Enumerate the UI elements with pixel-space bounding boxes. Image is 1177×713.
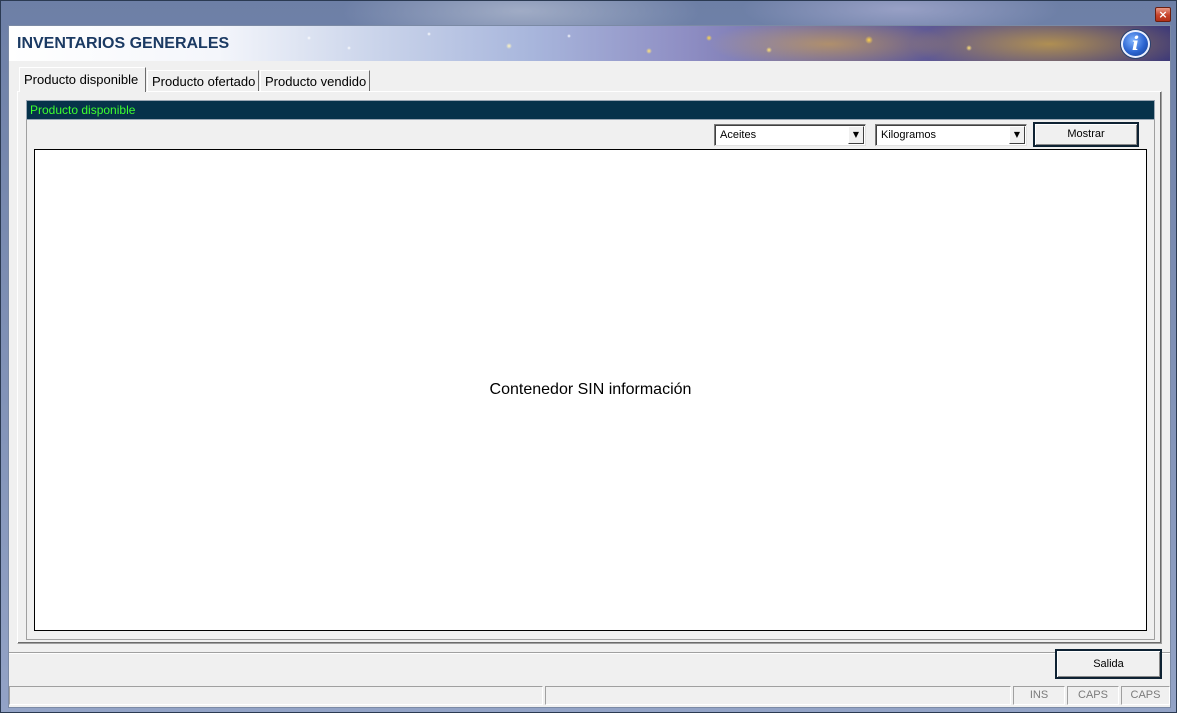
status-ins: INS <box>1013 686 1065 705</box>
title-banner: INVENTARIOS GENERALES i <box>9 26 1170 61</box>
data-container: Contenedor SIN información <box>34 149 1147 631</box>
tab-producto-vendido[interactable]: Producto vendido <box>260 70 370 92</box>
unit-select-value: Kilogramos <box>881 129 937 141</box>
tab-panel: Producto disponible Aceites ▼ Kilogramos… <box>17 91 1162 644</box>
status-caps: CAPS <box>1067 686 1119 705</box>
section-header: Producto disponible <box>26 100 1155 120</box>
status-bar: INS CAPS CAPS <box>9 684 1170 707</box>
close-icon[interactable]: × <box>1155 7 1171 22</box>
chevron-down-icon[interactable]: ▼ <box>848 126 864 144</box>
unit-select[interactable]: Kilogramos ▼ <box>875 124 1027 146</box>
product-select-value: Aceites <box>720 129 757 141</box>
status-cell-2 <box>545 686 1011 705</box>
tab-producto-ofertado[interactable]: Producto ofertado <box>147 70 259 92</box>
page-title: INVENTARIOS GENERALES <box>17 35 230 52</box>
status-caps-2: CAPS <box>1121 686 1170 705</box>
client-area: INVENTARIOS GENERALES i Producto disponi… <box>8 25 1171 708</box>
empty-message: Contenedor SIN información <box>489 381 692 398</box>
section-title: Producto disponible <box>30 103 136 117</box>
window-frame: × INVENTARIOS GENERALES i Producto dispo… <box>0 0 1177 713</box>
chevron-down-icon[interactable]: ▼ <box>1009 126 1025 144</box>
exit-button[interactable]: Salida <box>1055 649 1162 679</box>
status-cell-1 <box>9 686 543 705</box>
content-area: Aceites ▼ Kilogramos ▼ Mostrar Contenedo… <box>26 120 1155 640</box>
show-button[interactable]: Mostrar <box>1033 122 1139 147</box>
tab-producto-disponible[interactable]: Producto disponible <box>19 67 146 92</box>
divider <box>9 652 1170 654</box>
info-icon[interactable]: i <box>1121 30 1150 58</box>
product-select[interactable]: Aceites ▼ <box>714 124 866 146</box>
